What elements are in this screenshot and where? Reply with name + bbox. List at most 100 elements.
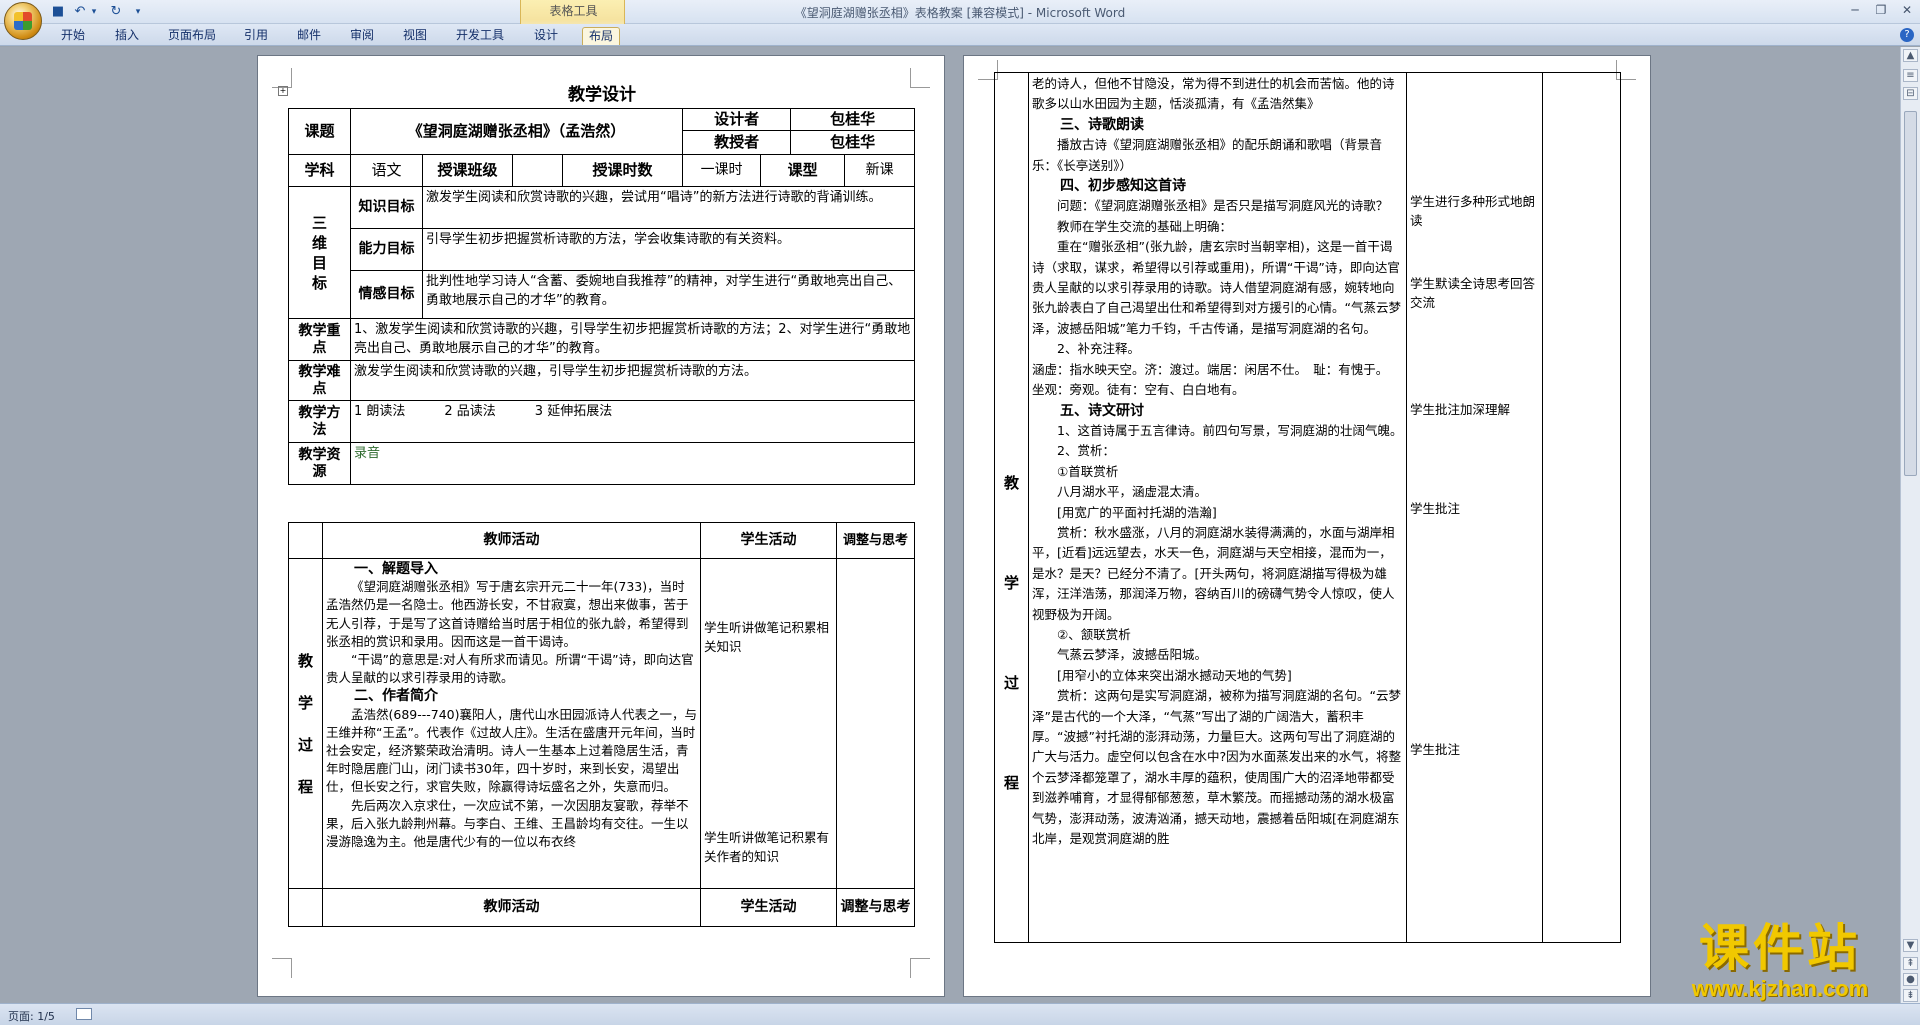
- col-student-activity: 学生活动: [700, 888, 837, 927]
- paragraph: 涵虚：指水映天空。济：渡过。端居：闲居不仕。 耻：有愧于。: [1032, 361, 1389, 377]
- process-label-char: 程: [297, 777, 313, 796]
- hours-label: 授课时数: [561, 154, 684, 187]
- process-table: 教师活动 学生活动 调整与思考 教 学 过 程 一、解题导入 《望洞庭湖赠张丞相…: [288, 522, 915, 927]
- next-page-icon[interactable]: ⇟: [1903, 989, 1918, 1002]
- office-button[interactable]: [4, 2, 42, 40]
- goals-label-char: 三: [311, 213, 327, 232]
- knowledge-label: 知识目标: [350, 186, 423, 229]
- teacher-name: 包桂华: [790, 130, 916, 155]
- process-header-blank: [288, 522, 323, 559]
- adjust-content: [1542, 72, 1621, 943]
- teaching-resources: 录音: [349, 442, 916, 485]
- col-teacher-activity: 教师活动: [322, 522, 701, 559]
- tab-design[interactable]: 设计: [531, 27, 561, 45]
- tab-page-layout[interactable]: 页面布局: [166, 27, 218, 45]
- paragraph: 八月湖水平，涵虚混太清。: [1057, 484, 1208, 500]
- difficulty-points: 激发学生阅读和欣赏诗歌的兴趣，引导学生初步把握赏析诗歌的方法。: [349, 360, 916, 401]
- undo-dropdown-icon[interactable]: ▾: [86, 4, 102, 20]
- col-student-activity: 学生活动: [700, 522, 837, 559]
- paragraph: 2、赏析：: [1057, 443, 1115, 459]
- student-activity: 学生批注: [1410, 501, 1461, 516]
- paragraph: 播放古诗《望洞庭湖赠张丞相》的配乐朗诵和歌唱（背景音乐：《长亭送别》）: [1032, 137, 1383, 173]
- difficulty-label: 教学难点: [288, 360, 351, 401]
- scroll-down-icon[interactable]: ▼: [1903, 939, 1918, 952]
- resource-label: 教学资源: [288, 442, 351, 485]
- redo-icon[interactable]: ↻: [108, 4, 124, 20]
- goals-label-char: 标: [311, 273, 327, 292]
- proofing-icon[interactable]: [76, 1008, 92, 1020]
- window-controls: ─ ❐ ✕: [1846, 2, 1916, 18]
- tab-mailings[interactable]: 邮件: [294, 27, 324, 45]
- crop-mark: [272, 958, 292, 978]
- tab-references[interactable]: 引用: [241, 27, 271, 45]
- paragraph: 赏析：这两句是实写洞庭湖，被称为描写洞庭湖的名句。“云梦泽”是古代的一个大泽，“…: [1032, 688, 1402, 847]
- scroll-thumb[interactable]: [1904, 111, 1917, 476]
- customize-quick-access-icon[interactable]: ▾: [130, 4, 146, 20]
- col-adjust-think: 调整与思考: [836, 522, 915, 559]
- section-title: 三、诗歌朗读: [1060, 116, 1144, 133]
- emotion-goal: 批判性地学习诗人“含蓄、委婉地自我推荐”的精神，对学生进行“勇敢地亮出自己、勇敢…: [421, 270, 916, 319]
- window-title: 《望洞庭湖赠张丞相》表格教案 [兼容模式] - Microsoft Word: [794, 6, 1126, 20]
- teacher-label: 教授者: [682, 130, 792, 155]
- watermark-url: www.kjzhan.com: [1691, 976, 1869, 1001]
- document-area[interactable]: + 教学设计 课题 《望洞庭湖赠张丞相》（孟浩然） 设计者 包桂华 教授者 包桂…: [0, 47, 1900, 1003]
- tab-view[interactable]: 视图: [400, 27, 430, 45]
- page-indicator[interactable]: 页面: 1/5: [8, 1008, 55, 1024]
- teaching-methods: 1 朗读法 2 品读法 3 延伸拓展法: [349, 400, 916, 443]
- student-activity-content: 学生听讲做笔记积累相关知识 学生听讲做笔记积累有关作者的知识: [700, 558, 837, 889]
- ability-label: 能力目标: [350, 228, 423, 271]
- minimize-icon[interactable]: ─: [1846, 2, 1864, 18]
- page-heading: 教学设计: [568, 85, 636, 105]
- process-label-char: 过: [1003, 673, 1019, 692]
- goals-label-char: 目: [311, 253, 327, 272]
- ruler-toggle-icon[interactable]: ≡: [1903, 69, 1918, 82]
- help-icon[interactable]: ?: [1900, 28, 1914, 42]
- process-label-char: 程: [1003, 773, 1019, 792]
- course-title: 《望洞庭湖赠张丞相》（孟浩然）: [349, 108, 684, 155]
- table-tools-label: 表格工具: [549, 4, 598, 18]
- paragraph: 气蒸云梦泽，波撼岳阳城。: [1057, 647, 1208, 663]
- office-logo-icon: [14, 12, 32, 30]
- restore-icon[interactable]: ❐: [1872, 2, 1890, 18]
- previous-page-icon[interactable]: ⇞: [1903, 957, 1918, 970]
- paragraph: 问题：《望洞庭湖赠张丞相》是否只是描写洞庭风光的诗歌？: [1057, 198, 1389, 214]
- section-title: 二、作者简介: [354, 688, 438, 705]
- knowledge-goal: 激发学生阅读和欣赏诗歌的兴趣，尝试用“唱诗”的新方法进行诗歌的背诵训练。: [421, 186, 916, 229]
- key-points: 1、激发学生阅读和欣赏诗歌的兴趣，引导学生初步把握赏析诗歌的方法；2、对学生进行…: [349, 318, 916, 361]
- type-value: 新课: [844, 154, 916, 187]
- student-activity-content: 学生进行多种形式地朗读 学生默读全诗思考回答交流 学生批注加深理解 学生批注 学…: [1406, 72, 1543, 943]
- site-watermark: 课件站 www.kjzhan.com: [1660, 918, 1900, 1002]
- scroll-up-icon[interactable]: ▲: [1903, 49, 1918, 62]
- close-icon[interactable]: ✕: [1898, 2, 1916, 18]
- tab-developer[interactable]: 开发工具: [453, 27, 507, 45]
- save-icon[interactable]: ■: [50, 4, 66, 20]
- subject-value: 语文: [350, 154, 423, 187]
- vertical-scrollbar[interactable]: ▲ ≡ ⊟ ▼ ⇞ ● ⇟: [1900, 47, 1920, 1003]
- tab-review[interactable]: 审阅: [347, 27, 377, 45]
- tab-insert[interactable]: 插入: [112, 27, 142, 45]
- paragraph: [用窄小的立体来突出湖水撼动天地的气势]: [1057, 667, 1292, 683]
- watermark-title: 课件站: [1699, 918, 1861, 977]
- goals-label-char: 维: [311, 233, 327, 252]
- process-label-char: 过: [297, 735, 313, 754]
- student-activity: 学生进行多种形式地朗读: [1410, 194, 1536, 228]
- key-label: 教学重点: [288, 318, 351, 361]
- paragraph: 《望洞庭湖赠张丞相》写于唐玄宗开元二十一年(733)，当时孟浩然仍是一名隐士。他…: [326, 579, 689, 649]
- section-title: 五、诗文研讨: [1060, 402, 1144, 419]
- browse-object-icon[interactable]: ●: [1903, 973, 1918, 986]
- ruler-icon[interactable]: ⊟: [1903, 87, 1918, 100]
- class-value: [512, 154, 563, 187]
- student-activity: 学生听讲做笔记积累相关知识: [704, 620, 830, 654]
- page-2: 教 学 过 程 老的诗人，但他不甘隐没，常为得不到进仕的机会而苦恼。他的诗歌多以…: [963, 55, 1651, 997]
- tab-home[interactable]: 开始: [58, 27, 88, 45]
- paragraph: 赏析：秋水盛涨，八月的洞庭湖水装得满满的，水面与湖岸相平，[近看]远远望去，水天…: [1032, 524, 1395, 622]
- title-bar: 《望洞庭湖赠张丞相》表格教案 [兼容模式] - Microsoft Word ■…: [0, 0, 1920, 24]
- tab-layout[interactable]: 布局: [582, 27, 620, 45]
- hours-value: 一课时: [682, 154, 762, 187]
- paragraph: 1、这首诗属于五言律诗。前四句写景，写洞庭湖的壮阔气魄。: [1057, 422, 1403, 438]
- paragraph: 重在“赠张丞相”(张九龄，唐玄宗时当朝宰相)，这是一首干谒诗（求取，谋求，希望得…: [1032, 239, 1401, 336]
